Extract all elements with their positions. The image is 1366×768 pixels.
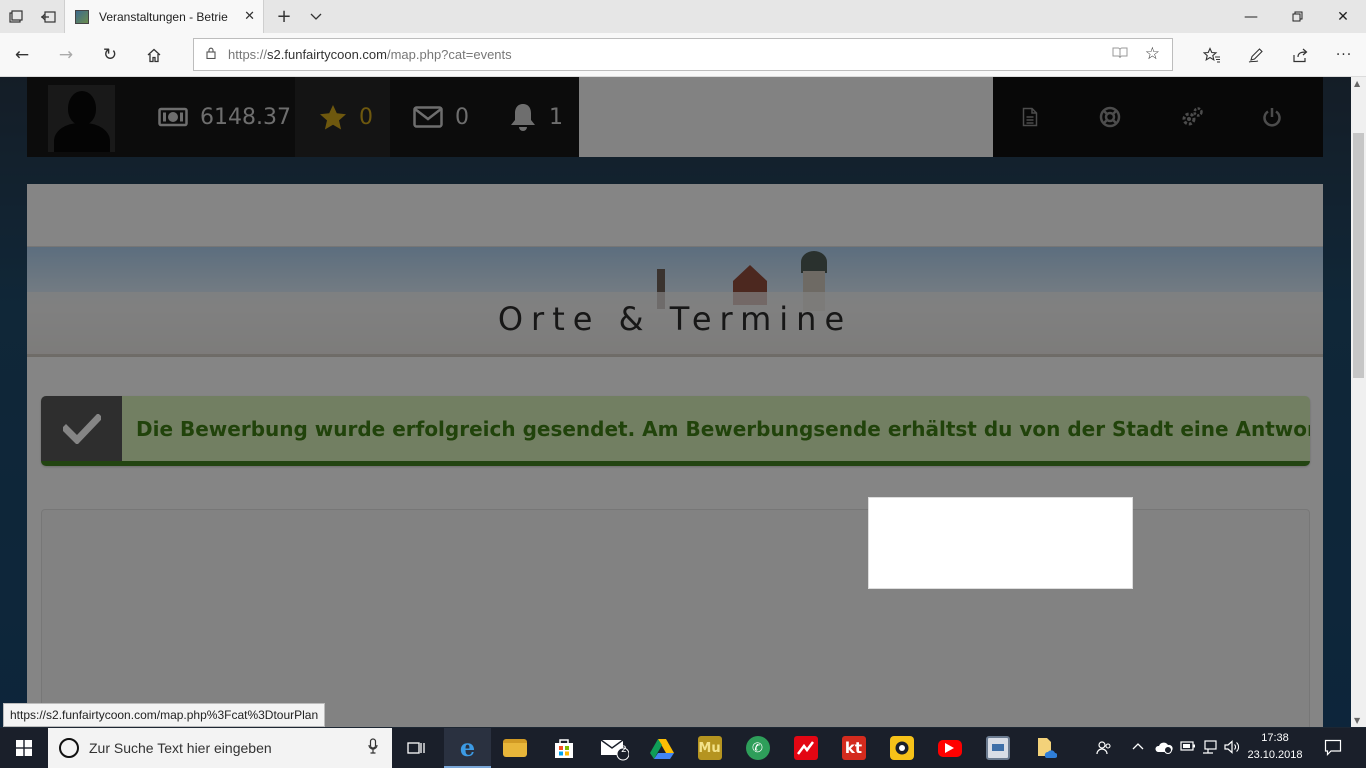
forward-arrow-icon[interactable]: → [46, 39, 86, 71]
minimize-button[interactable]: — [1228, 0, 1274, 33]
app-circle-icon[interactable] [878, 728, 925, 768]
clock-time: 17:38 [1261, 732, 1289, 744]
app-mu-icon[interactable]: Mu [686, 728, 733, 768]
refresh-icon[interactable]: ↻ [90, 39, 130, 71]
people-icon[interactable] [1096, 740, 1112, 760]
browser-tab-bar: Veranstaltungen - Betrie ✕ + — ✕ [0, 0, 1366, 33]
lock-icon [206, 47, 216, 62]
chevron-down-icon[interactable] [300, 0, 332, 33]
scroll-up-arrow-icon[interactable]: ▲ [1354, 79, 1360, 88]
share-icon[interactable] [1280, 39, 1320, 71]
close-icon[interactable]: ✕ [244, 9, 255, 24]
system-clock[interactable]: 17:38 23.10.2018 [1245, 730, 1305, 764]
battery-icon[interactable] [1180, 740, 1196, 756]
page-scrollbar[interactable]: ▲ ▼ [1351, 77, 1366, 727]
scroll-down-arrow-icon[interactable]: ▼ [1354, 716, 1360, 725]
windows-taskbar: Zur Suche Text hier eingeben e 2 Mu ✆ kt [0, 728, 1366, 768]
reading-view-icon[interactable] [1112, 46, 1128, 63]
google-drive-icon[interactable] [638, 728, 685, 768]
youtube-icon[interactable] [926, 728, 973, 768]
more-menu-icon[interactable]: ··· [1324, 39, 1364, 71]
remote-desktop-icon[interactable] [974, 728, 1021, 768]
home-icon[interactable] [134, 39, 174, 71]
taskbar-search-input[interactable]: Zur Suche Text hier eingeben [48, 728, 392, 768]
back-arrow-icon[interactable]: ← [2, 39, 42, 71]
app-kt-label: kt [841, 736, 866, 760]
pen-notes-icon[interactable] [1236, 39, 1276, 71]
browser-nav-bar: ← → ↻ https://s2.funfairtycoon.com/map.p… [0, 33, 1366, 77]
favorites-hub-icon[interactable] [1192, 39, 1232, 71]
microphone-icon[interactable] [368, 738, 378, 758]
cortana-icon [59, 738, 79, 758]
window-close-button[interactable]: ✕ [1320, 0, 1366, 33]
restore-button[interactable] [1274, 0, 1320, 33]
app-mu-label: Mu [697, 736, 722, 760]
network-icon[interactable] [1202, 740, 1218, 758]
file-explorer-icon[interactable] [491, 728, 538, 768]
modal-dialog[interactable] [868, 497, 1133, 589]
scroll-thumb[interactable] [1353, 133, 1364, 378]
site-favicon-icon [75, 9, 89, 24]
volume-icon[interactable] [1224, 740, 1240, 758]
action-center-icon[interactable] [1324, 739, 1342, 760]
modal-backdrop[interactable] [0, 77, 1351, 727]
favorite-star-icon[interactable]: ☆ [1145, 44, 1160, 64]
search-placeholder: Zur Suche Text hier eingeben [89, 740, 272, 756]
mail-badge: 2 [621, 745, 627, 755]
new-tab-plus-icon[interactable]: + [268, 0, 300, 33]
windows-start-icon[interactable] [0, 728, 48, 768]
url-text: https://s2.funfairtycoon.com/map.php?cat… [228, 47, 512, 62]
tab-actions-icon[interactable] [0, 0, 32, 33]
address-bar[interactable]: https://s2.funfairtycoon.com/map.php?cat… [193, 38, 1173, 71]
link-status-tooltip: https://s2.funfairtycoon.com/map.php%3Fc… [3, 703, 326, 727]
tab-veranstaltungen[interactable]: Veranstaltungen - Betrie ✕ [64, 0, 264, 33]
whatsapp-icon[interactable]: ✆ [734, 728, 781, 768]
app-kt-icon[interactable]: kt [830, 728, 877, 768]
store-icon[interactable] [540, 728, 587, 768]
app-red-icon[interactable] [782, 728, 829, 768]
page-viewport: 6148.37 0 0 1 Orte & Termine Die Bewerbu… [0, 77, 1351, 727]
tab-title: Veranstaltungen - Betrie [99, 9, 228, 24]
chevron-up-icon[interactable] [1132, 739, 1144, 754]
set-tabs-aside-icon[interactable] [32, 0, 64, 33]
clock-date: 23.10.2018 [1247, 749, 1303, 761]
edge-browser-icon[interactable]: e [444, 728, 491, 768]
mail-icon[interactable]: 2 [590, 728, 637, 768]
cloud-file-icon[interactable] [1022, 728, 1069, 768]
task-view-icon[interactable] [392, 728, 439, 768]
onedrive-sync-icon[interactable] [1154, 740, 1174, 758]
